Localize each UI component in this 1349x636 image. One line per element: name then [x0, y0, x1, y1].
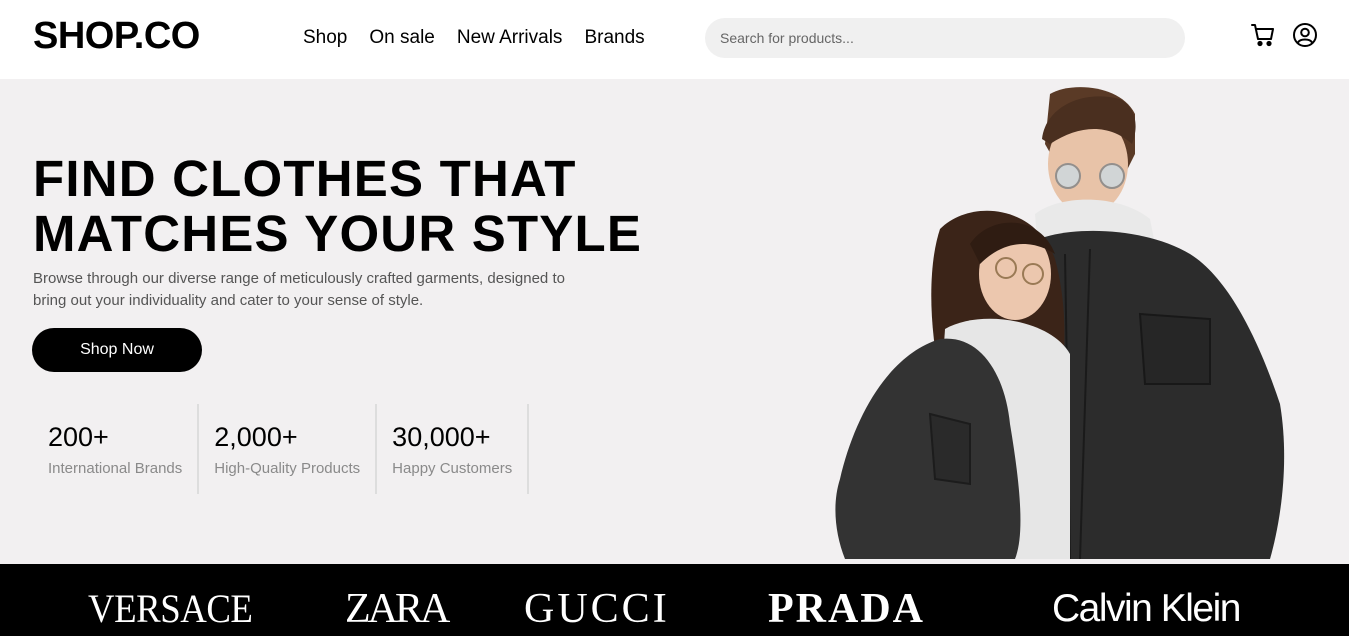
nav-link-brands[interactable]: Brands [584, 26, 644, 50]
stat-label: High-Quality Products [214, 460, 361, 477]
brand-logo-prada: PRADA [768, 586, 925, 632]
nav-link-new-arrivals[interactable]: New Arrivals [457, 26, 563, 50]
stat-brands: 200+ International Brands [33, 404, 200, 494]
nav-link-on-sale[interactable]: On sale [369, 26, 434, 50]
stat-products: 2,000+ High-Quality Products [199, 404, 378, 494]
hero-models-image [835, 87, 1285, 560]
stat-label: Happy Customers [392, 460, 513, 477]
hero-title-line-1: FIND CLOTHES THAT [33, 150, 577, 207]
nav-link-shop[interactable]: Shop [303, 26, 347, 50]
stat-customers: 30,000+ Happy Customers [377, 404, 530, 494]
brand-logo-gucci: GUCCI [524, 586, 670, 632]
brands-bar: VERSACE ZARA GUCCI PRADA Calvin Klein [0, 564, 1349, 636]
hero-title-line-2: MATCHES YOUR STYLE [33, 205, 643, 262]
stats-row: 200+ International Brands 2,000+ High-Qu… [33, 404, 530, 494]
stat-value: 30,000+ [392, 422, 491, 452]
brand-logo-versace: VERSACE [88, 586, 253, 631]
hero-description: Browse through our diverse range of meti… [33, 270, 565, 309]
brand-logo-zara: ZARA [345, 586, 450, 632]
brand-logo-calvin-klein: Calvin Klein [1052, 587, 1241, 630]
hero-title: FIND CLOTHES THAT MATCHES YOUR STYLE [33, 151, 733, 261]
stat-label: International Brands [48, 460, 183, 477]
hero-section: FIND CLOTHES THAT MATCHES YOUR STYLE Bro… [0, 79, 1349, 564]
stat-value: 2,000+ [214, 422, 298, 452]
site-header: SHOP.CO Shop On sale New Arrivals Brands [0, 0, 1349, 79]
shop-now-button[interactable]: Shop Now [32, 328, 202, 372]
stat-value: 200+ [48, 422, 109, 452]
site-logo[interactable]: SHOP.CO [33, 14, 200, 58]
cart-icon[interactable] [1250, 22, 1276, 48]
user-icon[interactable] [1292, 22, 1318, 48]
search-bar [705, 18, 1185, 58]
main-nav: Shop On sale New Arrivals Brands [303, 26, 645, 50]
search-input[interactable] [705, 18, 1185, 58]
